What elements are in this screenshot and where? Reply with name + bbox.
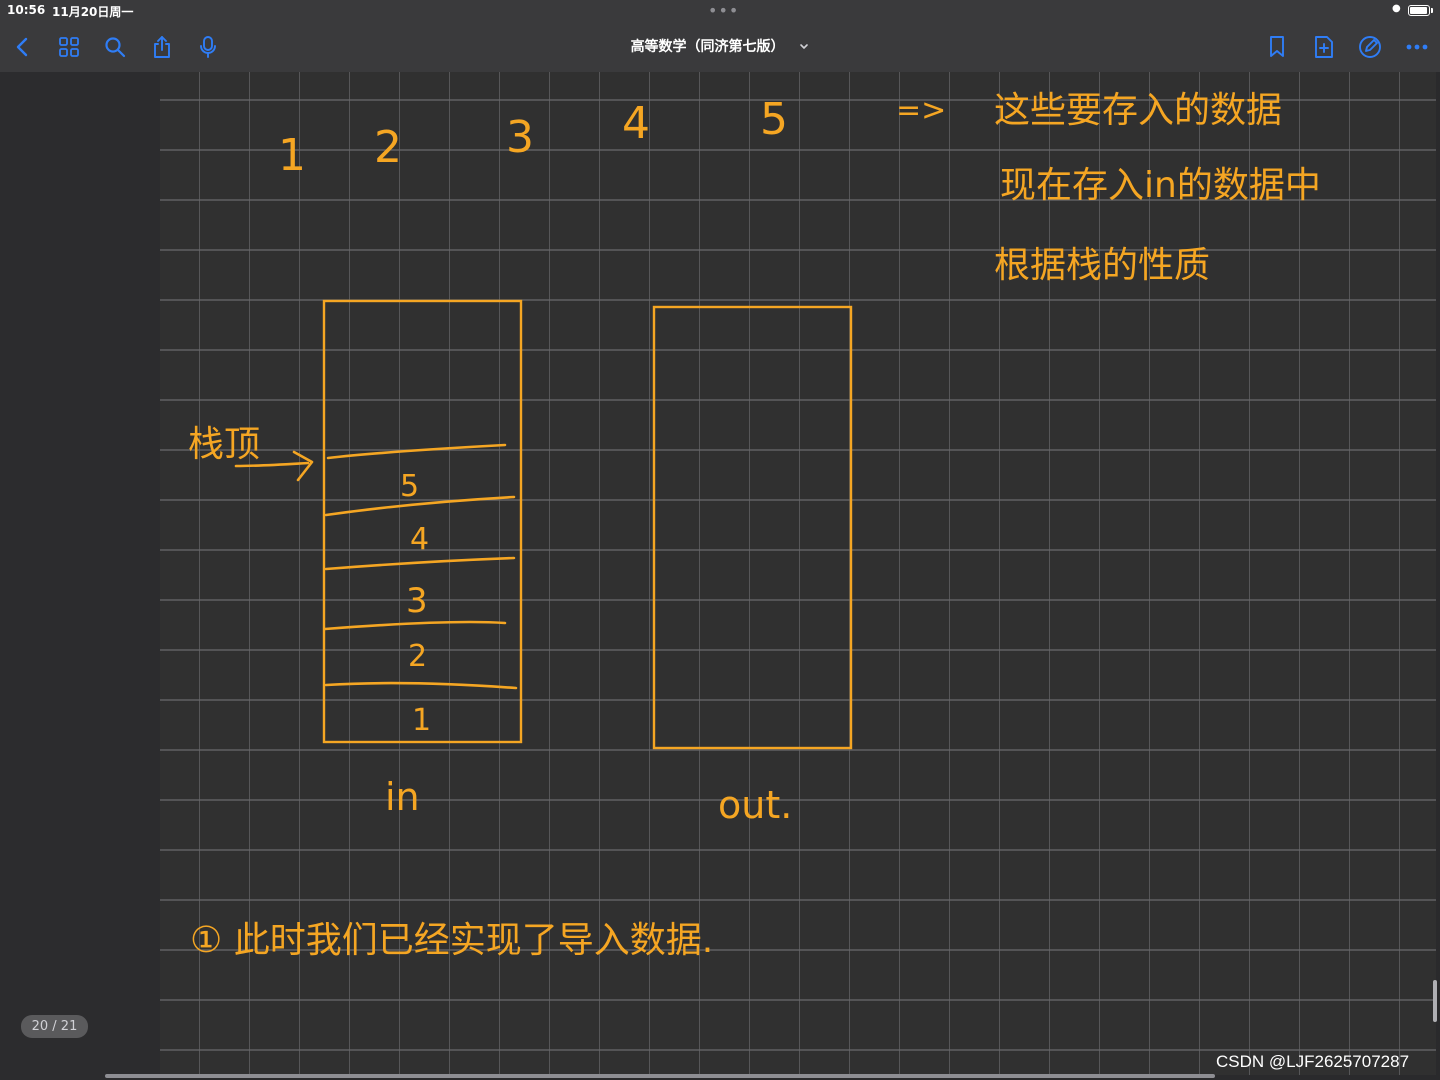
bookmark-icon[interactable] [1264,34,1290,60]
top-number-2: 2 [374,122,402,173]
left-sidebar [0,72,160,1080]
stack-top-label: 栈顶 [188,424,260,465]
in-label: in [385,775,420,819]
top-number-3: 3 [506,112,534,163]
out-label: out. [718,783,792,827]
note-line-2: 现在存入in的数据中 [1000,165,1321,206]
chevron-down-icon [799,39,809,55]
status-bar: 10:56 11月20日周一 ••• ● [0,0,1440,22]
in-value-2: 2 [408,639,427,674]
status-date: 11月20日周一 [52,5,134,19]
watermark: CSDN @LJF2625707287 [1216,1052,1410,1071]
in-value-4: 4 [410,522,429,557]
top-number-5: 5 [760,94,788,145]
note-line-1: 这些要存入的数据 [994,90,1282,131]
in-value-5: 5 [400,469,419,504]
in-value-1: 1 [412,703,431,738]
bottom-note: ① 此时我们已经实现了导入数据. [190,920,713,961]
battery-tip [1431,8,1433,13]
top-number-4: 4 [622,98,650,149]
back-icon[interactable] [9,34,35,60]
note-drawing: 1 2 3 4 5 => 这些要存入的数据 现在存入in的数据中 根据栈的性质 … [160,72,1436,1075]
horizontal-scrollbar[interactable] [105,1074,1215,1078]
note-line-3: 根据栈的性质 [994,245,1210,286]
page-indicator: 20 / 21 [21,1015,88,1038]
top-number-1: 1 [278,130,306,181]
status-time: 10:56 [7,3,46,17]
microphone-icon[interactable] [195,34,221,60]
document-title-dropdown[interactable]: 高等数学（同济第七版） [560,36,880,56]
multitask-dots[interactable]: ••• [708,1,739,20]
note-canvas[interactable]: 1 2 3 4 5 => 这些要存入的数据 现在存入in的数据中 根据栈的性质 … [160,72,1436,1075]
share-icon[interactable] [149,34,175,60]
more-icon[interactable] [1404,34,1430,60]
pen-icon[interactable] [1357,34,1383,60]
vertical-scrollbar[interactable] [1433,980,1437,1022]
thumbnails-icon[interactable] [56,34,82,60]
in-value-3: 3 [406,581,428,621]
arrow-symbol: => [896,93,946,128]
search-icon[interactable] [102,34,128,60]
document-title: 高等数学（同济第七版） [630,39,785,55]
add-page-icon[interactable] [1311,34,1337,60]
person-icon: ● [1392,3,1401,14]
battery-icon [1408,5,1430,16]
app-toolbar: 高等数学（同济第七版） [0,22,1440,72]
